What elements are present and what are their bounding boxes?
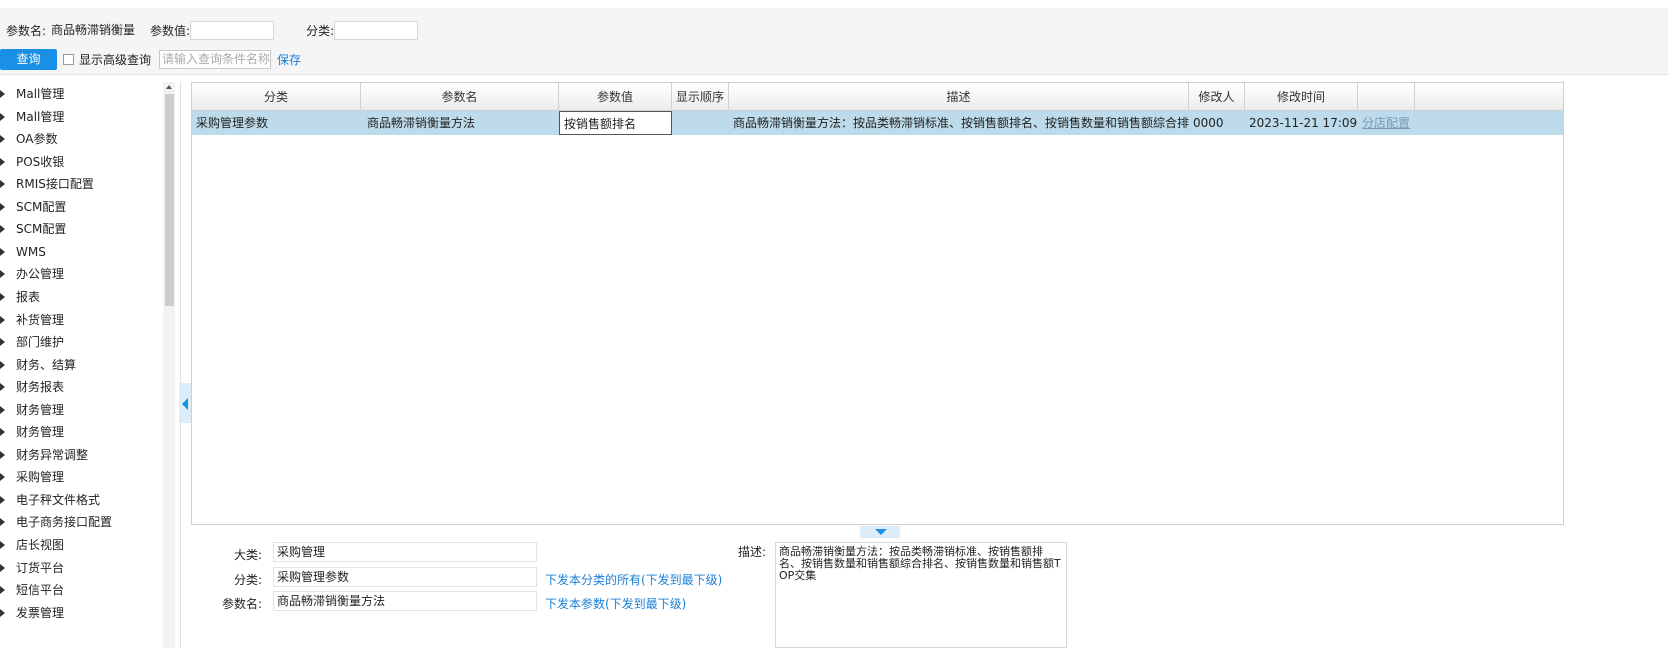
header-modified-time[interactable]: 修改时间	[1245, 83, 1358, 110]
param-grid: 分类 参数名 参数值 显示顺序 描述 修改人 修改时间 采购管理参数 商品畅滞销…	[191, 82, 1564, 525]
detail-category-field[interactable]: 采购管理参数	[273, 567, 537, 587]
tree-item-label: OA参数	[16, 132, 58, 147]
param-value-label: 参数值:	[150, 23, 191, 38]
header-action	[1358, 83, 1415, 110]
tree-item-label: 部门维护	[16, 335, 65, 350]
detail-category-label: 分类:	[233, 573, 262, 587]
search-bar: 参数名: 商品畅滞销衡量方 参数值: 分类: 查询 显示高级查询 请输入查询条件…	[0, 8, 1668, 75]
expand-arrow-icon[interactable]	[0, 225, 5, 234]
condition-name-input[interactable]: 请输入查询条件名称	[159, 49, 272, 69]
expand-arrow-icon[interactable]	[0, 247, 5, 256]
cell-display-order[interactable]	[672, 111, 729, 135]
expand-arrow-icon[interactable]	[0, 495, 5, 504]
param-name-label: 参数名:	[6, 23, 47, 38]
tree-item-label: 短信平台	[16, 583, 65, 598]
cell-description[interactable]: 商品畅滞销衡量方法：按品类畅滞销标准、按销售额排名、按销售数量和销售额综合排名、…	[729, 111, 1189, 135]
param-name-input[interactable]: 商品畅滞销衡量方	[48, 21, 136, 40]
expand-arrow-icon[interactable]	[0, 450, 5, 459]
expand-arrow-icon[interactable]	[0, 428, 5, 437]
expand-arrow-icon[interactable]	[0, 338, 5, 347]
expand-arrow-icon[interactable]	[0, 360, 5, 369]
tree-item-label: 财务、结算	[16, 357, 77, 372]
expand-arrow-icon[interactable]	[0, 292, 5, 301]
action-row: 查询 显示高级查询 请输入查询条件名称 保存	[0, 48, 301, 70]
cell-modified-time[interactable]: 2023-11-21 17:09:19	[1245, 111, 1358, 135]
detail-major-label: 大类:	[233, 548, 262, 562]
expand-arrow-icon[interactable]	[0, 383, 5, 392]
cell-category[interactable]: 采购管理参数	[192, 111, 361, 135]
tree-item-label: 财务管理	[16, 402, 65, 417]
scroll-up-icon[interactable]	[166, 85, 172, 89]
category-label: 分类:	[306, 23, 335, 38]
header-param-value[interactable]: 参数值	[559, 83, 672, 110]
tree-item-label: 办公管理	[16, 267, 65, 282]
tree-item-label: 电子秤文件格式	[16, 492, 101, 507]
tree-item-label: 财务管理	[16, 425, 65, 440]
header-param-name[interactable]: 参数名	[361, 83, 559, 110]
collapse-left-icon[interactable]	[182, 398, 188, 410]
detail-name-label: 参数名:	[221, 597, 262, 611]
tree-item-label: WMS	[16, 244, 46, 259]
cell-modifier[interactable]: 0000	[1189, 111, 1245, 135]
expand-arrow-icon[interactable]	[0, 157, 5, 166]
tree-item-label: 财务报表	[16, 380, 65, 395]
tree-item-label: RMIS接口配置	[16, 177, 94, 192]
tree-item-label: 店长视图	[16, 538, 65, 552]
header-modifier[interactable]: 修改人	[1189, 83, 1245, 110]
advanced-query-label: 显示高级查询	[79, 52, 152, 67]
category-input[interactable]	[334, 20, 419, 40]
tree-item-label: SCM配置	[16, 199, 67, 214]
param-value-input[interactable]	[190, 20, 275, 40]
distribute-param-link[interactable]: 下发本参数(下发到最下级)	[545, 595, 686, 612]
advanced-query-checkbox[interactable]	[63, 53, 74, 65]
expand-arrow-icon[interactable]	[0, 586, 5, 595]
expand-arrow-icon[interactable]	[0, 315, 5, 324]
grid-header: 分类 参数名 参数值 显示顺序 描述 修改人 修改时间	[192, 83, 1563, 111]
header-display-order[interactable]: 显示顺序	[672, 83, 729, 110]
table-row[interactable]: 采购管理参数 商品畅滞销衡量方法 按销售额排名 商品畅滞销衡量方法：按品类畅滞销…	[192, 111, 1563, 135]
detail-description-textarea[interactable]: 商品畅滞销衡量方法：按品类畅滞销标准、按销售额排名、按销售数量和销售额综合排名、…	[775, 542, 1067, 648]
detail-description-label: 描述:	[737, 545, 766, 559]
query-button[interactable]: 查询	[0, 48, 57, 70]
save-link[interactable]: 保存	[277, 51, 301, 68]
category-tree: Mall管理 Mall管理 OA参数 POS收银 RMIS接口配置 SCM配置 SCM配置 W…	[0, 82, 181, 648]
tree-item-label: Mall管理	[16, 109, 65, 124]
expand-arrow-icon[interactable]	[0, 112, 5, 121]
cell-param-name[interactable]: 商品畅滞销衡量方法	[361, 111, 559, 135]
tree-item-label: 报表	[16, 289, 41, 304]
expand-arrow-icon[interactable]	[0, 541, 5, 549]
detail-name-field[interactable]: 商品畅滞销衡量方法	[273, 591, 537, 611]
search-row: 参数名: 商品畅滞销衡量方 参数值: 分类:	[6, 19, 419, 41]
expand-arrow-icon[interactable]	[0, 405, 5, 414]
header-description[interactable]: 描述	[729, 83, 1189, 110]
tree-scrollbar-thumb[interactable]	[165, 94, 174, 306]
cell-param-value-editor[interactable]: 按销售额排名	[559, 111, 672, 135]
tree-item-label: 电子商务接口配置	[16, 515, 113, 530]
expand-arrow-icon[interactable]	[0, 563, 5, 572]
expand-arrow-icon[interactable]	[0, 518, 5, 527]
tree-item-label: 采购管理	[16, 470, 65, 485]
tree-item-label: SCM配置	[16, 222, 67, 237]
expand-arrow-icon[interactable]	[0, 473, 5, 482]
collapse-down-icon[interactable]	[875, 529, 887, 535]
tree-item-label: 订货平台	[16, 560, 65, 575]
expand-arrow-icon[interactable]	[0, 270, 5, 279]
tree-item-label: 补货管理	[16, 312, 65, 327]
store-config-link[interactable]: 分店配置	[1358, 111, 1415, 135]
expand-arrow-icon[interactable]	[0, 608, 5, 617]
tree-item-label: 发票管理	[16, 605, 65, 620]
tree-item-label: Mall管理	[16, 87, 65, 101]
expand-arrow-icon[interactable]	[0, 180, 5, 189]
detail-major-field[interactable]: 采购管理	[273, 542, 537, 562]
expand-arrow-icon[interactable]	[0, 90, 5, 98]
expand-arrow-icon[interactable]	[0, 135, 5, 144]
distribute-category-link[interactable]: 下发本分类的所有(下发到最下级)	[545, 571, 722, 588]
tree-item-label: POS收银	[16, 154, 65, 169]
header-category[interactable]: 分类	[192, 83, 361, 110]
tree-item-label: 财务异常调整	[16, 447, 89, 462]
expand-arrow-icon[interactable]	[0, 202, 5, 211]
